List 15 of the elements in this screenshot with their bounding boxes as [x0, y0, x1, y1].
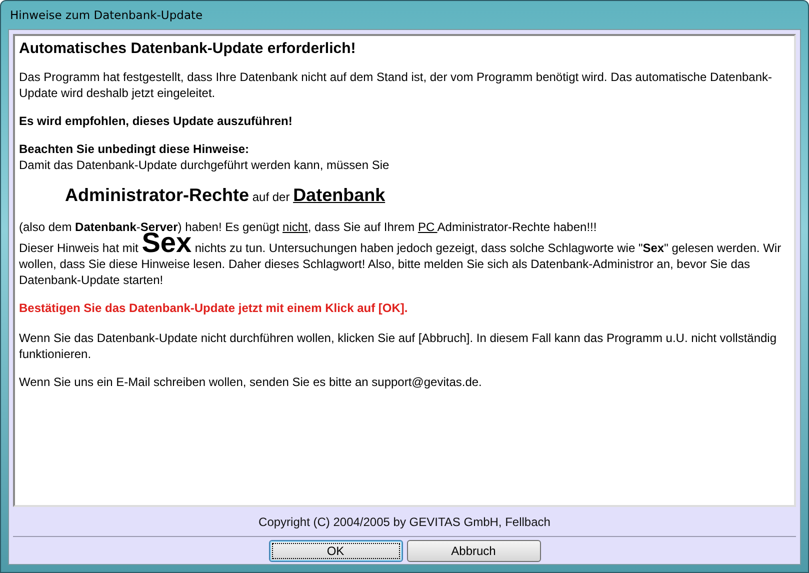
- message-paragraph: Es wird empfohlen, dieses Update auszuführen!: [19, 113, 294, 129]
- message-paragraph: Bestätigen Sie das Datenbank-Update jetzt mit einem Klick auf [OK].: [19, 300, 409, 316]
- dialog-button[interactable]: Abbruch: [406, 540, 540, 562]
- copyright-text: Copyright (C) 2004/2005 by GEVITAS GmbH, Fellbach: [258, 515, 550, 529]
- message-paragraph: Damit das Datenbank-Update durchgeführt werden kann, müssen Sie: [19, 157, 390, 173]
- message-paragraph: (also dem Datenbank-Server) haben! Es genügt nicht, dass Sie auf Ihrem PC Administrator-Rechte haben!!!: [19, 219, 598, 234]
- message-paragraph: Wenn Sie das Datenbank-Update nicht durchführen wollen, klicken Sie auf [Abbruch]. In diesem Fall kann das Programm u.U. nicht vollständig funktionieren.: [19, 330, 778, 362]
- message-paragraph: Dieser Hinweis hat mit Sex nichts zu tun. Untersuchungen haben jedoch gezeigt, dass solche Schlagworte wie "Sex" gelesen werden. Wir wollen, dass Sie diese Hinweise lesen. Daher dieses Schlagwort! Also, bitte melden Sie sich als Datenbank-Administror an, bevor Sie das Datenbank-Update starten!: [19, 235, 782, 288]
- message-paragraph: Automatisches Datenbank-Update erforderlich!: [19, 40, 357, 58]
- message-paragraph: Beachten Sie unbedingt diese Hinweise:: [19, 141, 250, 157]
- window-title: Hinweise zum Datenbank-Update: [10, 8, 203, 22]
- dialog-button[interactable]: OK: [268, 540, 402, 562]
- message-paragraph: Administrator-Rechte auf der Datenbank: [65, 187, 386, 205]
- message-paragraph: Wenn Sie uns ein E-Mail schreiben wollen, senden Sie es bitte an support@gevitas.de.: [19, 374, 483, 390]
- message-paragraph: Das Programm hat festgestellt, dass Ihre Datenbank nicht auf dem Stand ist, der vom Programm benötigt wird. Das automatische Datenbank-Update wird deshalb jetzt eingeleitet.: [19, 69, 774, 101]
